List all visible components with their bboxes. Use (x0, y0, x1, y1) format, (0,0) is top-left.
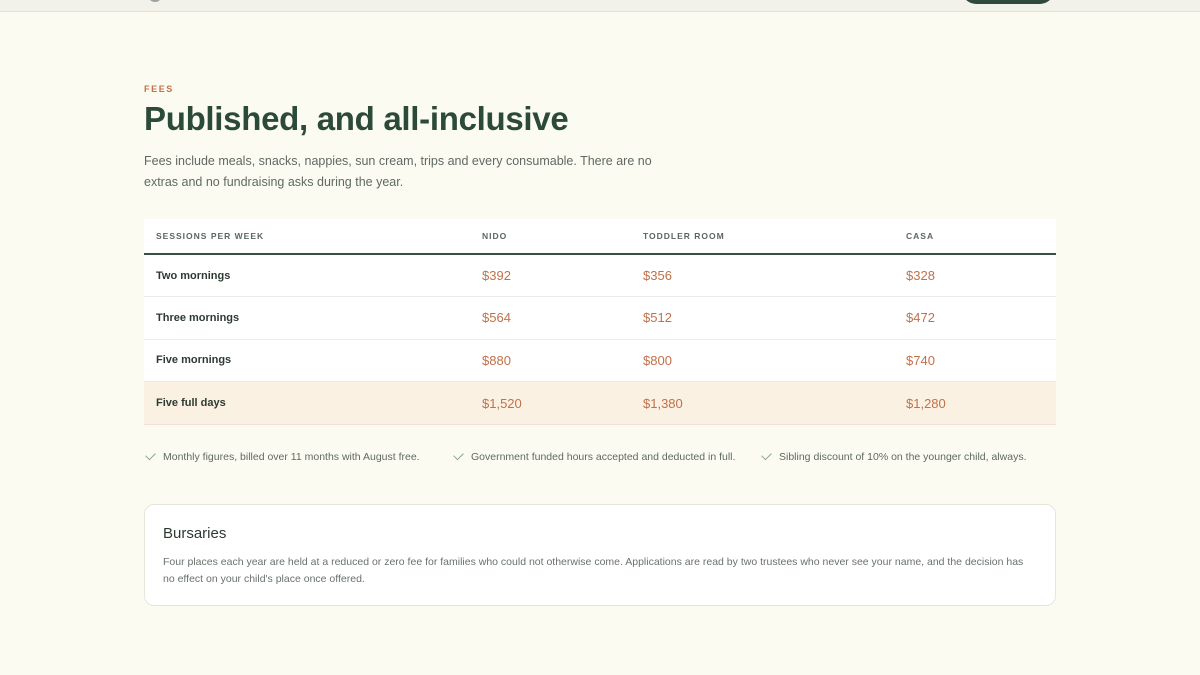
section-eyebrow: FEES (144, 84, 174, 94)
fee-note-text: Sibling discount of 10% on the younger c… (779, 451, 1027, 463)
price-toddler-room: $512 (631, 296, 894, 340)
fee-notes: Monthly figures, billed over 11 months w… (144, 449, 1056, 489)
table-row-highlighted: Five full days $1,520 $1,380 $1,280 (144, 381, 1056, 425)
price-toddler-room: $1,380 (631, 381, 894, 425)
session-label: Five mornings (144, 339, 470, 383)
fees-table: SESSIONS PER WEEK NIDO TODDLER ROOM CASA… (144, 219, 1056, 425)
fee-note: Government funded hours accepted and ded… (453, 449, 746, 465)
table-header-row: SESSIONS PER WEEK NIDO TODDLER ROOM CASA (144, 219, 1056, 255)
table-row: Two mornings $392 $356 $328 (144, 254, 1056, 298)
price-casa: $472 (894, 296, 1056, 340)
session-label: Three mornings (144, 296, 470, 340)
bursary-card: Bursaries Four places each year are held… (144, 504, 1056, 606)
bursary-body: Four places each year are held at a redu… (163, 556, 1024, 585)
column-header-casa: CASA (894, 219, 1056, 255)
column-header-nido: NIDO (470, 219, 631, 255)
nav-cta-button[interactable] (962, 0, 1054, 4)
page-title: Published, and all-inclusive (144, 100, 569, 137)
fee-note: Monthly figures, billed over 11 months w… (145, 449, 446, 465)
price-nido: $392 (470, 254, 631, 298)
fee-note-text: Government funded hours accepted and ded… (471, 451, 736, 463)
logo-icon[interactable] (148, 0, 162, 2)
column-header-toddler-room: TODDLER ROOM (631, 219, 894, 255)
price-nido: $564 (470, 296, 631, 340)
column-header-sessions: SESSIONS PER WEEK (144, 219, 470, 255)
check-icon (145, 449, 156, 461)
price-casa: $328 (894, 254, 1056, 298)
session-label: Two mornings (144, 254, 470, 298)
price-casa: $1,280 (894, 381, 1056, 425)
price-nido: $880 (470, 339, 631, 383)
check-icon (453, 449, 464, 461)
top-nav-bar (0, 0, 1200, 12)
bursary-title: Bursaries (163, 525, 227, 542)
session-label: Five full days (144, 381, 470, 425)
price-toddler-room: $356 (631, 254, 894, 298)
fee-note: Sibling discount of 10% on the younger c… (761, 449, 1056, 465)
section-intro: Fees include meals, snacks, nappies, sun… (144, 154, 652, 189)
table-row: Five mornings $880 $800 $740 (144, 339, 1056, 383)
price-casa: $740 (894, 339, 1056, 383)
check-icon (761, 449, 772, 461)
table-row: Three mornings $564 $512 $472 (144, 296, 1056, 340)
fee-note-text: Monthly figures, billed over 11 months w… (163, 451, 420, 463)
price-toddler-room: $800 (631, 339, 894, 383)
price-nido: $1,520 (470, 381, 631, 425)
